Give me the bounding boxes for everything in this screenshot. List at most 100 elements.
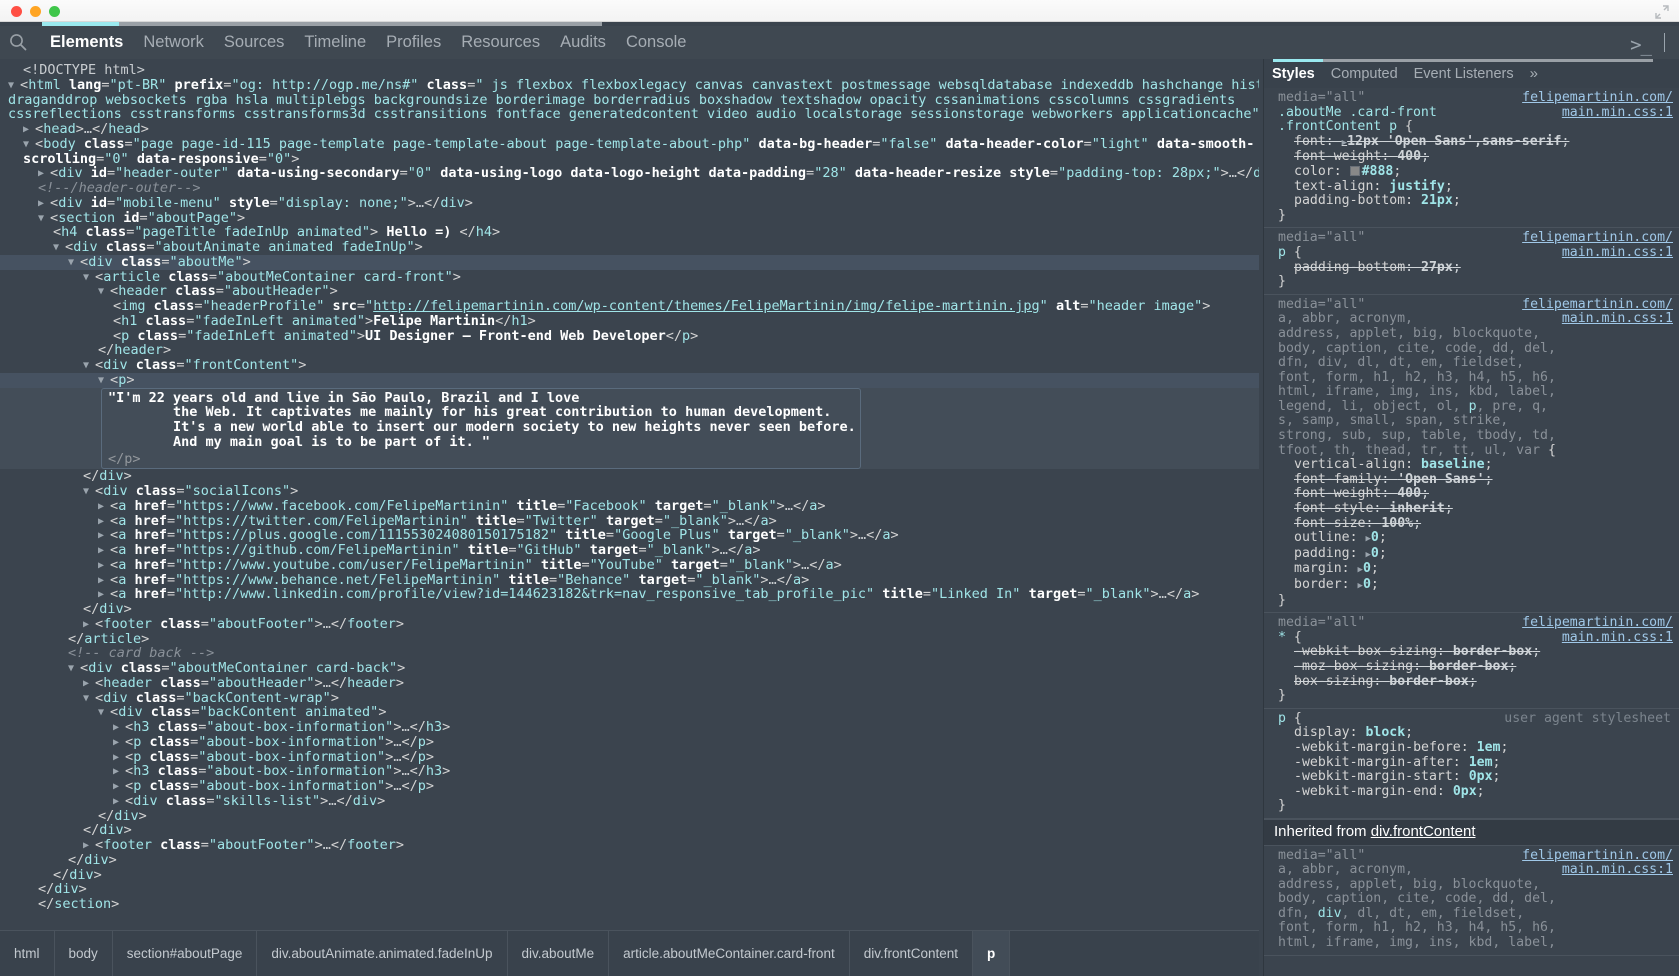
breadcrumb-item[interactable]: div.frontContent [850, 931, 974, 976]
style-rule-source-link[interactable]: felipemartinin.com/main.min.css:1 [1522, 90, 1673, 121]
style-property-name[interactable]: padding [1294, 546, 1350, 561]
dom-tree-row[interactable]: ▶ <div id="header-outer" data-using-seco… [0, 166, 1259, 181]
dom-tree-row[interactable]: </div> [0, 469, 1259, 484]
style-declaration[interactable]: border: ▶0; [1278, 577, 1673, 594]
style-property-value[interactable]: 100% [1381, 516, 1413, 531]
dom-tree-row[interactable]: ▶ <h3 class="about-box-information">…</h… [0, 764, 1259, 779]
dom-tree-row[interactable]: draganddrop websockets rgba hsla multipl… [0, 92, 1259, 108]
style-declaration[interactable]: outline: ▶0; [1278, 530, 1673, 547]
style-declaration[interactable]: -webkit-box-sizing: border-box; [1278, 645, 1673, 660]
source-file[interactable]: main.min.css:1 [1522, 105, 1673, 121]
tab-timeline[interactable]: Timeline [294, 26, 376, 59]
dom-tree-row[interactable]: <h1 class="fadeInLeft animated">Felipe M… [0, 313, 1259, 329]
console-prompt-icon[interactable]: >_ [1630, 34, 1652, 56]
styles-more-tabs-button[interactable]: » [1522, 59, 1546, 88]
chevron-right-icon[interactable]: ▶ [113, 752, 125, 763]
dom-tree-row[interactable]: ▶ <a href="https://www.facebook.com/Feli… [0, 498, 1259, 514]
chevron-down-icon[interactable]: ▼ [83, 693, 95, 704]
style-property-name[interactable]: font-family [1294, 472, 1381, 487]
styles-tab-event-listeners[interactable]: Event Listeners [1406, 60, 1522, 89]
style-declaration[interactable]: text-align: justify; [1278, 179, 1673, 195]
chevron-right-icon[interactable]: ▶ [83, 678, 95, 689]
style-property-name[interactable]: outline [1294, 530, 1350, 545]
style-property-name[interactable]: padding-bottom [1294, 260, 1405, 275]
dom-tree-row[interactable]: ▼ <html lang="pt-BR" prefix="og: http://… [0, 77, 1259, 93]
dom-tree-row[interactable]: </div> [0, 852, 1259, 868]
dom-tree-row[interactable]: ▶ <head>…</head> [0, 122, 1259, 137]
style-property-value[interactable]: 1em [1477, 740, 1501, 755]
chevron-down-icon[interactable]: ▼ [83, 486, 95, 497]
style-rule[interactable]: media="all" felipemartinin.com/main.min.c… [1264, 228, 1679, 295]
chevron-right-icon[interactable]: ▶ [98, 545, 110, 556]
style-declaration[interactable]: font-size: 100%; [1278, 516, 1673, 532]
style-property-value[interactable]: 0 [1371, 530, 1379, 545]
style-declaration[interactable]: font-weight: 400; [1278, 487, 1673, 502]
style-property-value[interactable]: block [1365, 725, 1405, 741]
breadcrumb-item[interactable]: p [973, 931, 1011, 976]
chevron-right-icon[interactable]: ▶ [113, 796, 125, 807]
style-rule-source-link[interactable]: felipemartinin.com/main.min.css:1 [1522, 231, 1673, 260]
dom-tree-row[interactable]: </div> [0, 867, 1259, 883]
breadcrumb-item[interactable]: div.aboutMe [508, 931, 610, 976]
dom-tree-row[interactable]: </div> [0, 602, 1259, 617]
chevron-down-icon[interactable]: ▼ [68, 663, 80, 674]
dom-tree-row[interactable]: <p class="fadeInLeft animated">UI Design… [0, 328, 1259, 344]
style-rule[interactable]: media="all" felipemartinin.com/main.min.c… [1264, 295, 1679, 614]
style-declaration[interactable]: font-family: 'Open Sans'; [1278, 472, 1673, 488]
dom-tree-row[interactable]: ▶ <a href="https://github.com/FelipeMart… [0, 543, 1259, 558]
style-property-value[interactable]: baseline [1421, 457, 1485, 472]
dom-tree-row[interactable]: ▶ <h3 class="about-box-information">…</h… [0, 720, 1259, 735]
dom-tree-row[interactable]: ▶ <footer class="aboutFooter">…</footer> [0, 838, 1259, 853]
source-file[interactable]: main.min.css:1 [1522, 245, 1673, 261]
style-property-name[interactable]: -moz-box-sizing [1294, 659, 1413, 674]
dom-tree-row[interactable]: ▼ <header class="aboutHeader"> [0, 284, 1259, 299]
chevron-right-icon[interactable]: ▶ [98, 589, 110, 600]
style-property-name[interactable]: color [1294, 164, 1334, 179]
source-domain[interactable]: felipemartinin.com/ [1522, 231, 1673, 246]
chevron-right-icon[interactable]: ▶ [98, 560, 110, 571]
window-minimize-button[interactable] [30, 6, 41, 17]
style-declaration[interactable]: -webkit-margin-start: 0px; [1278, 769, 1673, 785]
style-property-value[interactable]: 'Open Sans' [1397, 472, 1484, 487]
dom-tree-row[interactable]: ▼ <article class="aboutMeContainer card-… [0, 269, 1259, 285]
dom-tree-row[interactable]: ▼ <body class="page page-id-115 page-tem… [0, 136, 1259, 152]
style-property-name[interactable]: -webkit-margin-before [1294, 740, 1461, 755]
chevron-right-icon[interactable]: ▶ [113, 737, 125, 748]
style-property-value[interactable]: 400 [1397, 486, 1421, 502]
chevron-down-icon[interactable]: ▼ [98, 375, 110, 386]
chevron-down-icon[interactable]: ▼ [8, 80, 20, 91]
chevron-right-icon[interactable]: ▶ [113, 722, 125, 733]
style-declaration[interactable]: margin: ▶0; [1278, 562, 1673, 578]
style-rule-source-link[interactable]: felipemartinin.com/main.min.css:1 [1522, 848, 1673, 878]
tab-resources[interactable]: Resources [451, 26, 550, 59]
style-rule-selector[interactable]: a, abbr, acronym, address, applet, big, b… [1278, 862, 1556, 950]
dom-tree-row[interactable]: ▶ <footer class="aboutFooter">…</footer> [0, 616, 1259, 632]
style-property-name[interactable]: -webkit-margin-after [1294, 755, 1453, 770]
chevron-down-icon[interactable]: ▼ [98, 707, 110, 718]
dom-tree-row[interactable]: ▼ <div class="aboutMeContainer card-back… [0, 661, 1259, 676]
style-declaration[interactable]: padding-bottom: 21px; [1278, 193, 1673, 209]
style-property-name[interactable]: border [1294, 577, 1342, 592]
dom-tree-row[interactable]: ▼ <div class="backContent-wrap"> [0, 690, 1259, 706]
style-property-name[interactable]: -webkit-margin-end [1294, 784, 1437, 799]
source-file[interactable]: main.min.css:1 [1522, 862, 1673, 878]
style-property-value[interactable]: 27px [1421, 260, 1453, 275]
search-icon[interactable] [8, 32, 28, 52]
elements-dom-tree-pane[interactable]: <!DOCTYPE html> ▼ <html lang="pt-BR" pref… [0, 59, 1259, 930]
chevron-down-icon[interactable]: ▼ [23, 139, 35, 150]
chevron-down-icon[interactable]: ▼ [53, 242, 65, 253]
text-node-edit-box[interactable]: "I'm 22 years old and live in São Paulo,… [101, 387, 861, 470]
style-rule-selector[interactable]: a, abbr, acronym, address, applet, big, b… [1278, 311, 1556, 457]
style-declaration[interactable]: -webkit-margin-before: 1em; [1278, 740, 1673, 756]
style-property-name[interactable]: -webkit-margin-start [1294, 769, 1453, 784]
window-close-button[interactable] [11, 6, 22, 17]
breadcrumb-item[interactable]: div.aboutAnimate.animated.fadeInUp [257, 931, 508, 976]
style-property-value[interactable]: border-box [1389, 674, 1468, 689]
dom-tree-row[interactable]: ▼ <section id="aboutPage"> [0, 210, 1259, 226]
style-rule[interactable]: media="all" felipemartinin.com/main.min.c… [1264, 613, 1679, 709]
breadcrumb-item[interactable]: body [55, 931, 113, 976]
chevron-down-icon[interactable]: ▼ [38, 213, 50, 224]
style-property-value[interactable]: border-box [1453, 644, 1532, 660]
fullscreen-icon[interactable] [1655, 4, 1669, 19]
style-property-name[interactable]: font-style [1294, 501, 1373, 516]
